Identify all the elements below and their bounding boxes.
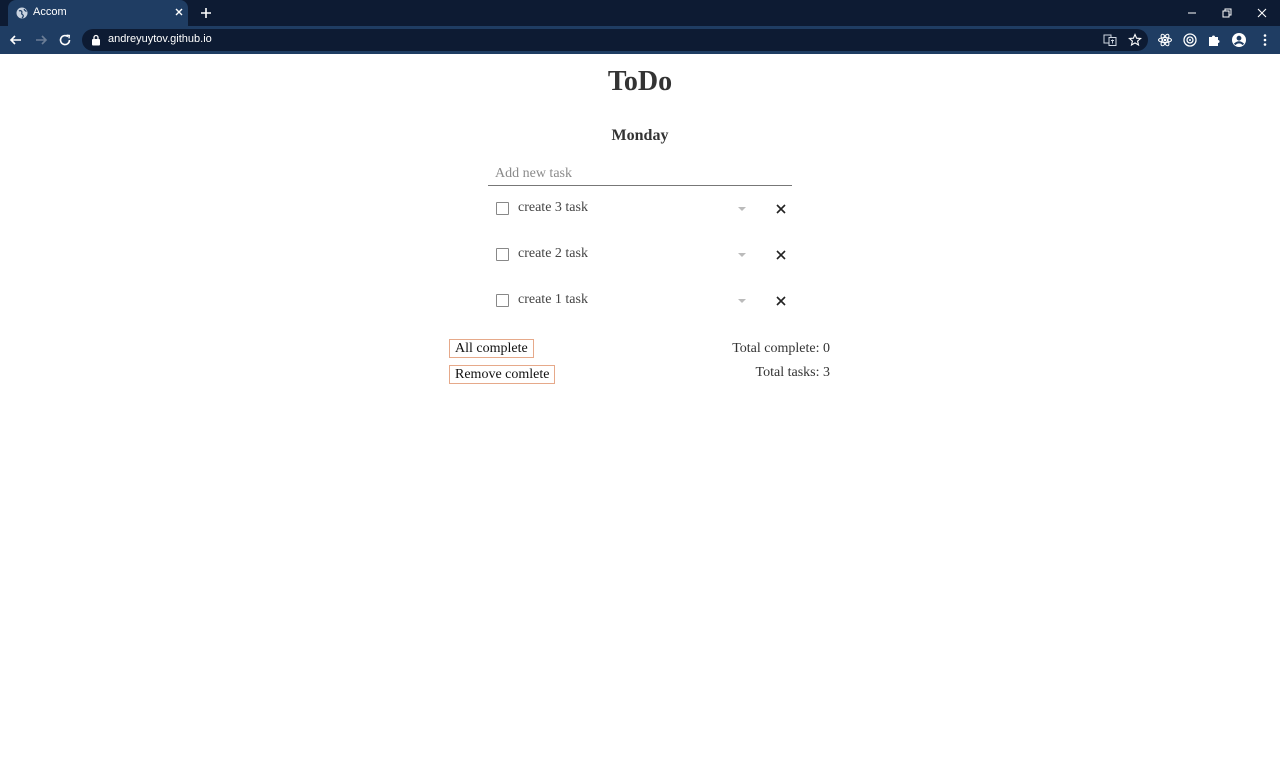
total-complete-counter: Total complete: 0 — [732, 341, 830, 356]
task-label[interactable]: create 2 task — [518, 246, 588, 262]
task-checkbox[interactable] — [496, 202, 509, 215]
back-arrow-icon[interactable] — [8, 32, 24, 48]
all-complete-button[interactable]: All complete — [449, 339, 534, 358]
react-icon[interactable] — [1157, 32, 1173, 48]
translate-icon[interactable] — [1103, 33, 1117, 47]
browser-tabstrip: Accom — [0, 0, 1280, 26]
restore-icon[interactable] — [1218, 4, 1236, 22]
lock-icon — [92, 34, 100, 46]
close-icon[interactable] — [774, 202, 788, 216]
new-task-input[interactable] — [488, 162, 792, 186]
url-text: andreyuytov.github.io — [108, 33, 212, 45]
dropdown-arrow-icon[interactable] — [738, 253, 746, 257]
browser-toolbar: andreyuytov.github.io — [0, 26, 1280, 54]
star-icon[interactable] — [1128, 33, 1142, 47]
close-icon[interactable] — [172, 5, 186, 19]
tab-title: Accom — [33, 6, 67, 18]
browser-tab[interactable]: Accom — [8, 0, 188, 26]
page-title: ToDo — [607, 66, 673, 97]
close-icon[interactable] — [774, 294, 788, 308]
close-icon[interactable] — [774, 248, 788, 262]
task-label[interactable]: create 3 task — [518, 200, 588, 216]
window-close-icon[interactable] — [1253, 4, 1271, 22]
total-tasks-counter: Total tasks: 3 — [755, 365, 830, 380]
task-item: create 2 task — [488, 242, 792, 268]
reload-icon[interactable] — [57, 32, 73, 48]
task-checkbox[interactable] — [496, 248, 509, 261]
task-label[interactable]: create 1 task — [518, 292, 588, 308]
globe-icon — [16, 7, 28, 19]
plus-icon[interactable] — [198, 5, 214, 21]
kebab-menu-icon[interactable] — [1257, 32, 1273, 48]
dropdown-arrow-icon[interactable] — [738, 299, 746, 303]
task-checkbox[interactable] — [496, 294, 509, 307]
target-icon[interactable] — [1182, 32, 1198, 48]
profile-icon[interactable] — [1231, 32, 1247, 48]
address-bar[interactable]: andreyuytov.github.io — [82, 29, 1148, 51]
task-item: create 1 task — [488, 288, 792, 314]
puzzle-icon[interactable] — [1206, 32, 1222, 48]
minimize-icon[interactable] — [1183, 4, 1201, 22]
day-heading: Monday — [611, 127, 669, 144]
forward-arrow-icon[interactable] — [33, 32, 49, 48]
remove-complete-button[interactable]: Remove comlete — [449, 365, 556, 384]
task-item: create 3 task — [488, 196, 792, 222]
dropdown-arrow-icon[interactable] — [738, 207, 746, 211]
